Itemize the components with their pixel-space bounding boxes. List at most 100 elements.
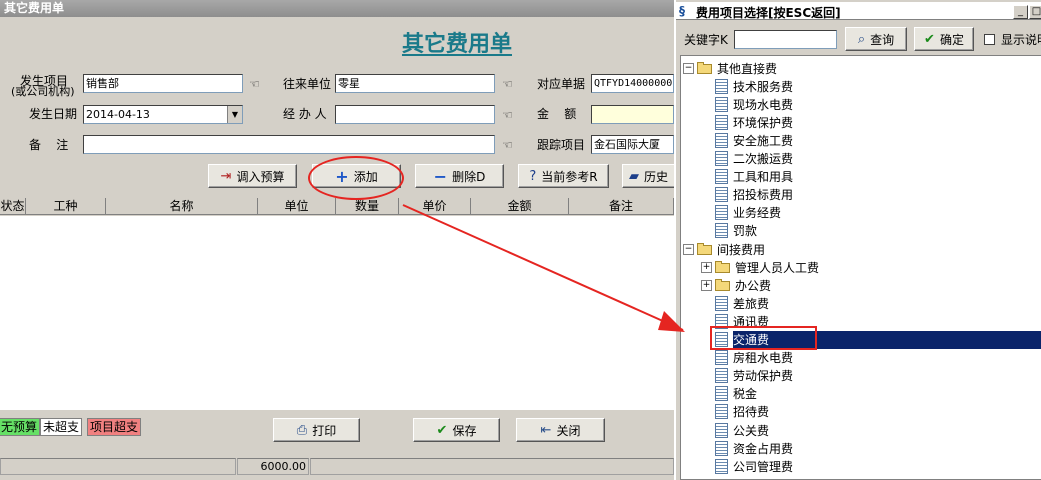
import-icon: ⇥ bbox=[220, 168, 232, 184]
close-label: 关闭 bbox=[556, 423, 581, 438]
handler-picker-icon[interactable]: ☜ bbox=[502, 109, 518, 121]
tree-leaf-node[interactable]: 资金占用费 bbox=[715, 439, 793, 457]
save-label: 保存 bbox=[452, 423, 477, 438]
tree-node-label: 公司管理费 bbox=[733, 459, 794, 474]
expand-icon[interactable]: + bbox=[701, 279, 712, 291]
checkmark-icon: ✔ bbox=[436, 422, 448, 438]
tree-leaf-node[interactable]: 公司管理费 bbox=[715, 457, 793, 475]
expense-item-picker-dialog: § 费用项目选择[按ESC返回] _ □ 关键字K ⌕ 查询 ✔ 确定 显示说明… bbox=[674, 0, 1041, 480]
history-button[interactable]: ▰ 历史 bbox=[622, 164, 674, 188]
minimize-icon[interactable]: _ bbox=[1013, 5, 1028, 19]
tree-leaf-node[interactable]: 安全施工费 bbox=[715, 131, 793, 149]
tree-node-label: 环境保护费 bbox=[733, 115, 794, 130]
highlight-box bbox=[710, 326, 817, 350]
partner-label: 往来单位 bbox=[283, 77, 332, 91]
expense-tree[interactable]: − 其他直接费技术服务费 现场水电费环境保护费安全施工费二次搬运费 工具和用具 招投标费… bbox=[680, 55, 1041, 480]
tree-leaf-node[interactable]: 工具和用具 bbox=[715, 168, 793, 186]
window-title-bar: 其它费用单 bbox=[0, 0, 674, 17]
tree-folder-node[interactable]: − 间接费用 bbox=[683, 240, 765, 258]
tree-leaf-node[interactable]: 招投标费用 bbox=[715, 186, 793, 204]
save-button[interactable]: ✔ 保存 bbox=[413, 418, 500, 442]
import-budget-button[interactable]: ⇥ 调入预算 bbox=[208, 164, 297, 188]
item-sub-label: (或公司机构) bbox=[11, 85, 75, 98]
track-input[interactable]: 金石国际大厦 bbox=[591, 135, 674, 154]
tree-leaf-node[interactable]: 差旅费 bbox=[715, 294, 769, 312]
tree-node-label: 招待费 bbox=[733, 405, 770, 420]
ref-input[interactable]: QTFYD14000000 bbox=[591, 74, 674, 93]
col-status[interactable]: 状态 bbox=[0, 198, 26, 215]
tree-node-label: 公关费 bbox=[733, 423, 770, 438]
col-worktype[interactable]: 工种 bbox=[26, 198, 106, 215]
document-icon bbox=[715, 205, 728, 221]
document-icon bbox=[715, 350, 728, 366]
query-button[interactable]: ⌕ 查询 bbox=[845, 27, 907, 51]
tree-leaf-node[interactable]: 罚款 bbox=[715, 222, 757, 240]
tree-leaf-node[interactable]: 现场水电费 bbox=[715, 95, 793, 113]
keyword-input[interactable] bbox=[734, 30, 837, 49]
show-desc-checkbox[interactable] bbox=[984, 34, 995, 45]
query-label: 查询 bbox=[870, 32, 895, 47]
col-note[interactable]: 备注 bbox=[569, 198, 674, 215]
maximize-icon[interactable]: □ bbox=[1029, 5, 1041, 19]
tree-node-label: 税金 bbox=[733, 387, 758, 402]
amount-input[interactable] bbox=[591, 105, 674, 124]
current-ref-label: 当前参考R bbox=[541, 169, 598, 184]
document-icon bbox=[715, 114, 728, 130]
tree-folder-node[interactable]: + 办公费 bbox=[701, 276, 771, 294]
note-picker-icon[interactable]: ☜ bbox=[502, 139, 518, 151]
app-icon: § bbox=[679, 4, 685, 18]
expand-icon[interactable]: + bbox=[701, 261, 712, 273]
partner-picker-icon[interactable]: ☜ bbox=[502, 78, 518, 90]
document-icon bbox=[715, 187, 728, 203]
tree-leaf-node[interactable]: 税金 bbox=[715, 385, 757, 403]
tree-node-label: 差旅费 bbox=[733, 296, 770, 311]
tree-node-label: 资金占用费 bbox=[733, 441, 794, 456]
document-icon bbox=[715, 368, 728, 384]
tree-folder-node[interactable]: + 管理人员人工费 bbox=[701, 258, 819, 276]
tree-node-label: 技术服务费 bbox=[733, 79, 794, 94]
status-cell-right bbox=[310, 458, 674, 475]
document-icon bbox=[715, 404, 728, 420]
tree-leaf-node[interactable]: 技术服务费 bbox=[715, 77, 793, 95]
col-name[interactable]: 名称 bbox=[106, 198, 258, 215]
document-icon bbox=[715, 78, 728, 94]
tree-leaf-node[interactable]: 公关费 bbox=[715, 421, 769, 439]
tree-leaf-node[interactable]: 二次搬运费 bbox=[715, 150, 793, 168]
tree-leaf-node[interactable]: 招待费 bbox=[715, 403, 769, 421]
tree-node-label: 其他直接费 bbox=[717, 61, 778, 76]
tree-leaf-node[interactable]: 业务经费 bbox=[715, 204, 781, 222]
tree-leaf-node[interactable]: 环境保护费 bbox=[715, 113, 793, 131]
print-button[interactable]: ⎙ 打印 bbox=[273, 418, 360, 442]
item-picker-icon[interactable]: ☜ bbox=[249, 78, 265, 90]
date-input[interactable]: 2014-04-13 ▼ bbox=[83, 105, 243, 124]
ref-label: 对应单据 bbox=[537, 77, 586, 91]
partner-input[interactable]: 零星 bbox=[335, 74, 495, 93]
tree-node-label: 安全施工费 bbox=[733, 133, 794, 148]
detail-grid-body[interactable] bbox=[0, 216, 674, 410]
tree-leaf-node[interactable]: 劳动保护费 bbox=[715, 367, 793, 385]
col-quantity[interactable]: 数量 bbox=[336, 198, 399, 215]
tree-folder-node[interactable]: − 其他直接费 bbox=[683, 59, 777, 77]
delete-button[interactable]: − 删除D bbox=[415, 164, 504, 188]
legend-over: 项目超支 bbox=[87, 418, 142, 436]
note-label: 备 注 bbox=[29, 138, 69, 152]
document-icon bbox=[715, 169, 728, 185]
item-input[interactable]: 销售部 bbox=[83, 74, 243, 93]
close-button[interactable]: ⇤ 关闭 bbox=[516, 418, 605, 442]
date-value: 2014-04-13 bbox=[86, 108, 150, 121]
tree-leaf-node[interactable]: 房租水电费 bbox=[715, 349, 793, 367]
handler-input[interactable] bbox=[335, 105, 495, 124]
col-price[interactable]: 单价 bbox=[399, 198, 471, 215]
current-ref-button[interactable]: ? 当前参考R bbox=[518, 164, 609, 188]
collapse-icon[interactable]: − bbox=[683, 62, 694, 74]
note-input[interactable] bbox=[83, 135, 495, 154]
col-unit[interactable]: 单位 bbox=[258, 198, 336, 215]
tree-node-label: 房租水电费 bbox=[733, 351, 794, 366]
chevron-down-icon[interactable]: ▼ bbox=[227, 106, 242, 123]
col-amount[interactable]: 金额 bbox=[471, 198, 569, 215]
dialog-title-bar: § 费用项目选择[按ESC返回] _ □ bbox=[676, 2, 1041, 20]
expense-form-window: 其它费用单 其它费用单 发生项目 (或公司机构) 销售部 ☜ 往来单位 零星 ☜… bbox=[0, 0, 674, 480]
form-title: 其它费用单 bbox=[401, 31, 512, 57]
ok-button[interactable]: ✔ 确定 bbox=[914, 27, 974, 51]
collapse-icon[interactable]: − bbox=[683, 243, 694, 255]
